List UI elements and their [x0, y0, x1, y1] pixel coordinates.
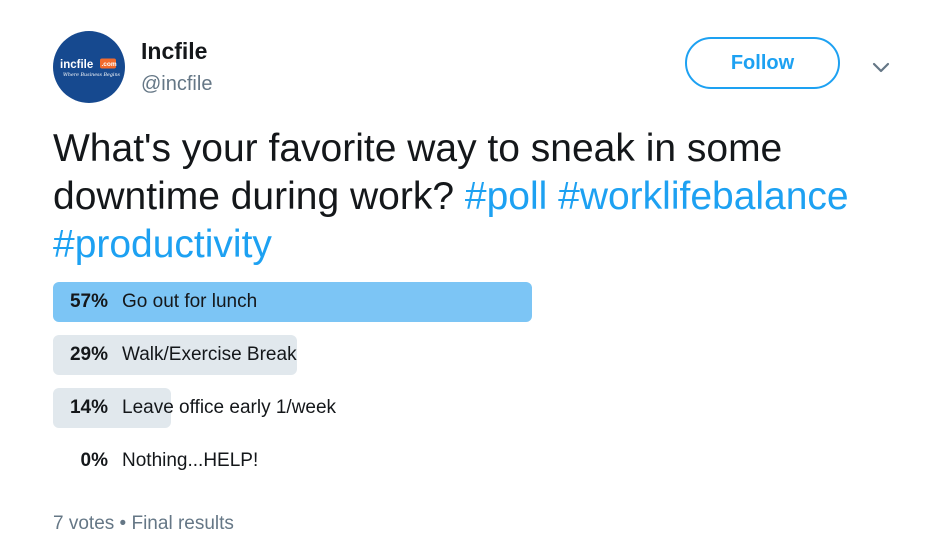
- display-name[interactable]: Incfile: [141, 37, 207, 65]
- poll-option: 57% Go out for lunch: [53, 282, 853, 322]
- hashtag-productivity[interactable]: #productivity: [53, 223, 272, 266]
- follow-button[interactable]: Follow: [685, 37, 840, 89]
- poll-footer: 7 votes • Final results: [53, 512, 234, 536]
- chevron-down-icon[interactable]: [869, 56, 893, 80]
- poll-percentage: 0%: [80, 450, 108, 471]
- logo-wordmark: incfile: [60, 59, 93, 71]
- avatar[interactable]: incfile .com Where Business Begins: [53, 31, 125, 103]
- poll-percentage: 29%: [69, 344, 108, 365]
- footer-separator: •: [119, 513, 127, 534]
- poll-option-label: Go out for lunch: [122, 291, 258, 312]
- poll-status: Final results: [131, 513, 234, 534]
- poll-option: 0% Nothing...HELP!: [53, 441, 853, 481]
- poll-option-label: Walk/Exercise Break: [122, 344, 297, 365]
- poll-percentage: 14%: [69, 397, 108, 418]
- hashtag-poll[interactable]: #poll: [465, 175, 547, 218]
- user-handle[interactable]: @incfile: [141, 72, 212, 96]
- poll-option: 14% Leave office early 1/week: [53, 388, 853, 428]
- incfile-logo: incfile .com Where Business Begins: [60, 58, 121, 78]
- logo-tagline: Where Business Begins: [63, 72, 121, 78]
- vote-count: 7 votes: [53, 513, 115, 534]
- poll-option: 29% Walk/Exercise Break: [53, 335, 853, 375]
- tweet-text: What's your favorite way to sneak in som…: [53, 125, 913, 269]
- poll-option-label: Leave office early 1/week: [122, 397, 337, 418]
- poll-percentage: 57%: [69, 291, 108, 312]
- hashtag-worklifebalance[interactable]: #worklifebalance: [558, 175, 849, 218]
- poll-option-label: Nothing...HELP!: [122, 450, 259, 471]
- poll: 57% Go out for lunch 29% Walk/Exercise B…: [53, 282, 853, 494]
- svg-text:.com: .com: [102, 61, 117, 68]
